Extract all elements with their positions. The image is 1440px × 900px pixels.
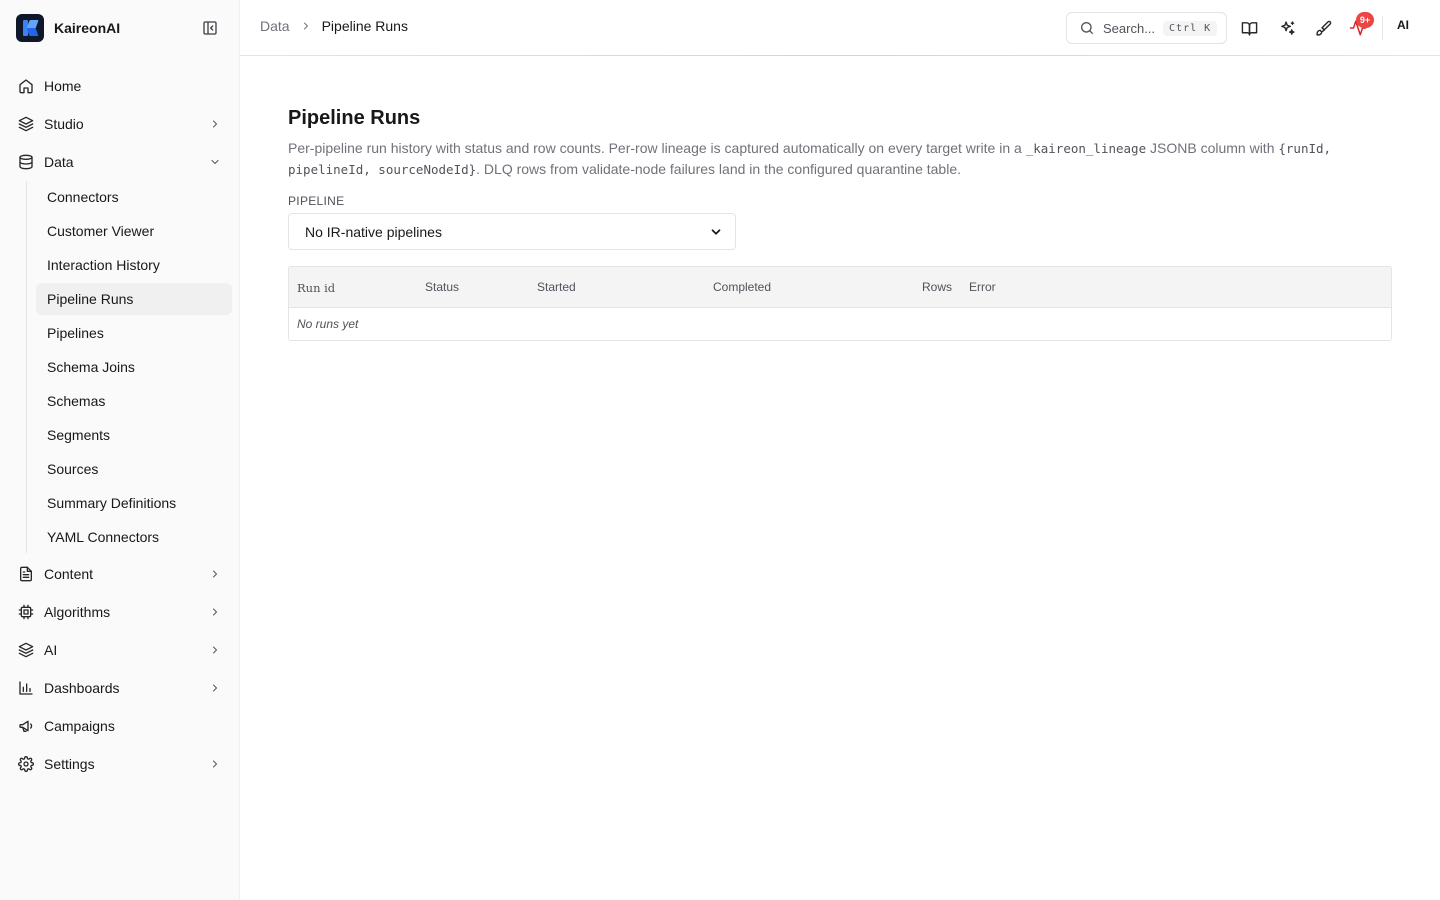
sidebar-item-data[interactable]: Data — [8, 143, 232, 181]
sidebar-subitem-customer-viewer[interactable]: Customer Viewer — [36, 215, 232, 247]
search-shortcut: Ctrl K — [1163, 20, 1218, 36]
header-divider — [1382, 16, 1383, 40]
sidebar-subitem-interaction-history[interactable]: Interaction History — [36, 249, 232, 281]
search-icon — [1079, 20, 1095, 36]
database-icon — [18, 154, 34, 170]
sidebar-item-algorithms[interactable]: Algorithms — [8, 593, 232, 631]
notification-badge: 9+ — [1356, 12, 1374, 28]
brand-name: KaireonAI — [54, 20, 121, 36]
chevron-right-icon — [208, 605, 222, 619]
gear-icon — [18, 756, 34, 772]
column-header-started[interactable]: Started — [537, 280, 576, 294]
chevron-right-icon — [208, 567, 222, 581]
chevron-down-icon — [208, 155, 222, 169]
sidebar-subitem-summary-definitions[interactable]: Summary Definitions — [36, 487, 232, 519]
data-subnav: Connectors Customer Viewer Interaction H… — [26, 181, 232, 553]
sidebar-item-label: Home — [44, 78, 82, 94]
page-title: Pipeline Runs — [288, 107, 421, 129]
sidebar-item-label: AI — [44, 642, 58, 658]
bar-chart-icon — [18, 680, 34, 696]
column-header-status[interactable]: Status — [425, 280, 459, 294]
sidebar-item-label: Studio — [44, 116, 84, 132]
paintbrush-icon — [1315, 20, 1331, 36]
column-header-run-id[interactable]: Run id — [297, 281, 335, 295]
table-body: No runs yet — [289, 308, 1391, 340]
table-header: Run id Status Started Completed Rows Err… — [289, 267, 1391, 308]
description-text: JSONB column with — [1146, 140, 1279, 156]
sidebar-subitem-schema-joins[interactable]: Schema Joins — [36, 351, 232, 383]
sidebar-item-label: Content — [44, 566, 94, 582]
sidebar-subitem-yaml-connectors[interactable]: YAML Connectors — [36, 521, 232, 553]
ai-panel-button[interactable]: AI — [1397, 18, 1409, 32]
sidebar-item-ai[interactable]: AI — [8, 631, 232, 669]
chevron-right-icon — [208, 643, 222, 657]
sidebar-item-label: Dashboards — [44, 680, 120, 696]
sidebar-item-dashboards[interactable]: Dashboards — [8, 669, 232, 707]
sidebar-collapse-button[interactable] — [200, 18, 220, 38]
pipeline-runs-table: Run id Status Started Completed Rows Err… — [288, 266, 1392, 341]
sparkles-icon — [1280, 20, 1295, 35]
megaphone-icon — [18, 718, 34, 734]
pipeline-label: PIPELINE — [288, 194, 345, 208]
column-header-rows[interactable]: Rows — [922, 280, 952, 294]
sidebar-item-campaigns[interactable]: Campaigns — [8, 707, 232, 745]
chevron-right-icon — [208, 757, 222, 771]
column-header-error[interactable]: Error — [969, 280, 996, 294]
sidebar: KaireonAI Home Studio Data Connectors Cu… — [0, 0, 240, 900]
panel-left-close-icon — [203, 21, 217, 35]
top-header: Data Pipeline Runs Search... Ctrl K 9+ A… — [240, 0, 1440, 56]
chevron-right-icon — [208, 681, 222, 695]
sidebar-item-label: Campaigns — [44, 718, 115, 734]
sidebar-item-content[interactable]: Content — [8, 555, 232, 593]
sidebar-subitem-schemas[interactable]: Schemas — [36, 385, 232, 417]
theme-button[interactable] — [1313, 18, 1333, 38]
page-description: Per-pipeline run history with status and… — [288, 138, 1392, 180]
pipeline-select-value: No IR-native pipelines — [305, 223, 442, 240]
brand[interactable]: KaireonAI — [16, 14, 120, 42]
sidebar-subitem-sources[interactable]: Sources — [36, 453, 232, 485]
ai-assist-button[interactable] — [1277, 18, 1297, 38]
search-button[interactable]: Search... Ctrl K — [1066, 12, 1227, 44]
lineage-column-code: _kaireon_lineage — [1025, 141, 1147, 156]
layers-icon — [18, 116, 34, 132]
brand-logo-icon — [16, 14, 44, 42]
breadcrumb-parent[interactable]: Data — [260, 18, 290, 34]
docs-button[interactable] — [1239, 18, 1259, 38]
sidebar-item-settings[interactable]: Settings — [8, 745, 232, 783]
description-text: . DLQ rows from validate-node failures l… — [476, 161, 961, 177]
column-header-completed[interactable]: Completed — [713, 280, 771, 294]
breadcrumb-current: Pipeline Runs — [321, 18, 408, 34]
description-text: Per-pipeline run history with status and… — [288, 140, 1026, 156]
sidebar-subitem-connectors[interactable]: Connectors — [36, 181, 232, 213]
sidebar-item-label: Settings — [44, 756, 95, 772]
layers-icon — [18, 642, 34, 658]
cpu-icon — [18, 604, 34, 620]
sidebar-subitem-pipelines[interactable]: Pipelines — [36, 317, 232, 349]
empty-state-text: No runs yet — [297, 317, 359, 331]
sidebar-nav: Home Studio Data Connectors Customer Vie… — [8, 67, 232, 783]
chevron-right-icon — [208, 117, 222, 131]
file-text-icon — [18, 566, 34, 582]
home-icon — [18, 78, 34, 94]
pipeline-select[interactable]: No IR-native pipelines — [288, 213, 736, 250]
sidebar-subitem-segments[interactable]: Segments — [36, 419, 232, 451]
breadcrumb: Data Pipeline Runs — [260, 18, 408, 34]
sidebar-item-studio[interactable]: Studio — [8, 105, 232, 143]
chevron-right-icon — [300, 20, 312, 32]
sidebar-subitem-pipeline-runs[interactable]: Pipeline Runs — [36, 283, 232, 315]
book-open-icon — [1241, 21, 1257, 36]
sidebar-item-home[interactable]: Home — [8, 67, 232, 105]
search-placeholder: Search... — [1103, 20, 1156, 36]
sidebar-item-label: Data — [44, 154, 74, 170]
sidebar-item-label: Algorithms — [44, 604, 111, 620]
chevron-down-icon — [709, 225, 723, 239]
